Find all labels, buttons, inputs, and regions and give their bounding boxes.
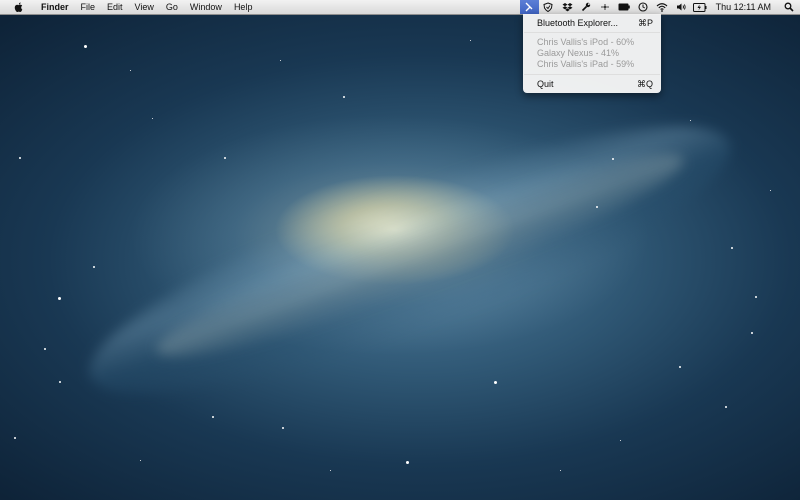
star — [152, 118, 153, 119]
menu-item-shortcut: ⌘P — [637, 18, 653, 28]
star — [406, 461, 409, 464]
star — [679, 366, 681, 368]
shield-icon[interactable] — [539, 0, 558, 14]
star — [770, 190, 771, 191]
menu-item-shortcut: ⌘Q — [636, 79, 653, 89]
volume-icon[interactable] — [672, 0, 691, 14]
star — [690, 120, 691, 121]
star — [280, 60, 281, 61]
time-machine-icon[interactable] — [634, 0, 653, 14]
star — [19, 157, 21, 159]
apple-logo-icon[interactable] — [13, 1, 25, 13]
star — [596, 206, 598, 208]
menu-clock[interactable]: Thu 12:11 AM — [716, 2, 771, 12]
menu-separator — [524, 74, 660, 75]
wifi-icon[interactable] — [653, 0, 672, 14]
star — [470, 40, 471, 41]
wrench-icon[interactable] — [577, 0, 596, 14]
galaxy-dust-lane — [144, 126, 696, 384]
star — [44, 348, 46, 350]
star — [560, 470, 561, 471]
device-item-ipad: Chris Vallis's iPad - 59% — [537, 59, 635, 69]
star — [282, 427, 284, 429]
star — [751, 332, 753, 334]
status-area: Thu 12:11 AM — [519, 0, 800, 14]
desktop-wallpaper — [0, 0, 800, 500]
star — [59, 381, 61, 383]
bluetooth-explorer-icon[interactable] — [519, 0, 539, 14]
star — [224, 157, 226, 159]
menu-go[interactable]: Go — [160, 0, 184, 14]
star — [58, 297, 61, 300]
star — [612, 158, 614, 160]
star — [725, 406, 727, 408]
bluetooth-explorer-menu-item[interactable]: Bluetooth Explorer... ⌘P — [537, 17, 653, 29]
star — [84, 45, 87, 48]
star — [330, 470, 331, 471]
star — [93, 266, 95, 268]
battery-charge-icon[interactable] — [691, 0, 710, 14]
battery-icon[interactable] — [615, 0, 634, 14]
star — [140, 460, 141, 461]
star — [494, 381, 497, 384]
menu-bar: Finder File Edit View Go Window Help Thu… — [0, 0, 800, 15]
bluetooth-icon[interactable] — [596, 0, 615, 14]
spotlight-search-icon[interactable] — [779, 0, 798, 14]
menu-item-label: Quit — [537, 79, 554, 89]
star — [212, 416, 214, 418]
menu-help[interactable]: Help — [228, 0, 259, 14]
dropbox-icon[interactable] — [558, 0, 577, 14]
star — [755, 296, 757, 298]
menu-edit[interactable]: Edit — [101, 0, 129, 14]
star — [343, 96, 345, 98]
menu-finder[interactable]: Finder — [35, 0, 75, 14]
menu-window[interactable]: Window — [184, 0, 228, 14]
menu-separator — [524, 32, 660, 33]
menu-item-label: Bluetooth Explorer... — [537, 18, 619, 28]
star — [130, 70, 131, 71]
star — [620, 440, 621, 441]
menu-view[interactable]: View — [129, 0, 160, 14]
menu-file[interactable]: File — [75, 0, 102, 14]
star — [14, 437, 16, 439]
quit-menu-item[interactable]: Quit ⌘Q — [537, 78, 653, 90]
bluetooth-explorer-menu: Bluetooth Explorer... ⌘P Chris Vallis's … — [523, 14, 661, 93]
star — [731, 247, 733, 249]
